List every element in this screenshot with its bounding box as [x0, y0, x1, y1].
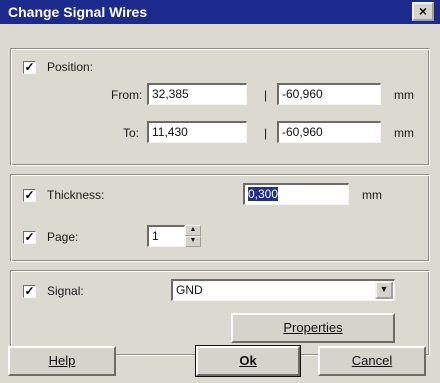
thickness-checkbox[interactable]: ✓	[23, 189, 36, 202]
to-label: To:	[123, 126, 140, 140]
signal-group: ✓ Signal: GND ▼ Properties	[10, 270, 430, 356]
spin-up-icon[interactable]: ▲	[185, 225, 201, 236]
position-group: ✓ Position: From: 32,385 | -60,960 mm To…	[10, 48, 430, 166]
from-y-field[interactable]: -60,960	[277, 83, 381, 105]
position-label: Position:	[47, 60, 94, 74]
position-checkbox[interactable]: ✓	[23, 61, 36, 74]
from-separator: |	[264, 88, 268, 102]
from-label: From:	[111, 88, 143, 102]
signal-label: Signal:	[47, 284, 84, 298]
to-separator: |	[264, 126, 268, 140]
signal-checkbox[interactable]: ✓	[23, 285, 36, 298]
page-spinner: ▲ ▼	[185, 225, 201, 247]
thickness-label: Thickness:	[47, 188, 105, 202]
spin-down-icon[interactable]: ▼	[185, 236, 201, 247]
chevron-down-icon[interactable]: ▼	[375, 281, 393, 299]
close-icon: ×	[418, 3, 428, 19]
title-bar: Change Signal Wires ×	[0, 0, 440, 24]
window-title: Change Signal Wires	[8, 4, 148, 20]
dialog-body: ✓ Position: From: 32,385 | -60,960 mm To…	[0, 24, 440, 383]
signal-select[interactable]: GND	[171, 279, 395, 301]
page-label: Page:	[47, 230, 79, 244]
ok-button[interactable]: Ok	[195, 345, 301, 377]
thickness-page-group: ✓ Thickness: 0,300 mm ✓ Page: 1 ▲ ▼	[10, 174, 430, 262]
close-button[interactable]: ×	[412, 2, 434, 21]
thickness-field[interactable]: 0,300	[243, 183, 349, 205]
page-field[interactable]: 1	[147, 225, 185, 247]
help-button[interactable]: Help	[8, 346, 116, 376]
to-y-field[interactable]: -60,960	[277, 121, 381, 143]
to-x-field[interactable]: 11,430	[147, 121, 247, 143]
from-unit: mm	[394, 88, 414, 102]
page-checkbox[interactable]: ✓	[23, 231, 36, 244]
to-unit: mm	[394, 126, 414, 140]
thickness-unit: mm	[362, 188, 382, 202]
cancel-button[interactable]: Cancel	[318, 346, 426, 376]
from-x-field[interactable]: 32,385	[147, 83, 247, 105]
properties-button[interactable]: Properties	[231, 313, 395, 343]
